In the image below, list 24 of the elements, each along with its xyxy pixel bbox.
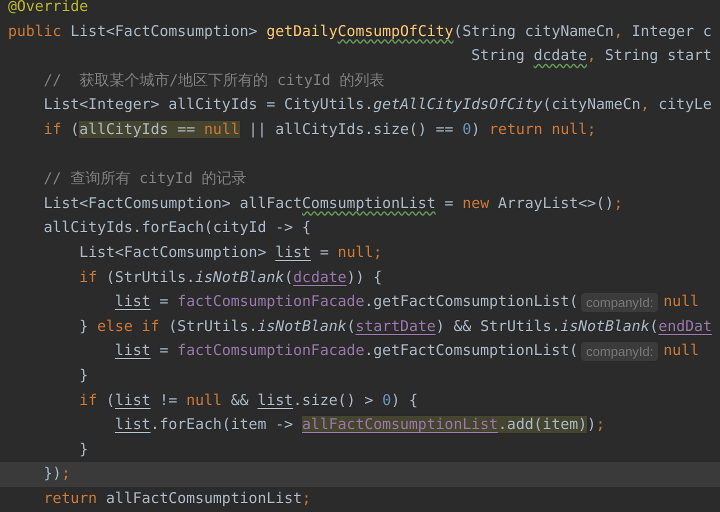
code-line: List<FactComsumption> allFactComsumptionList = new ArrayList<>(); [44, 194, 623, 214]
code-line: List<Integer> allCityIds = CityUtils.getAllCityIdsOfCity(cityNameCn, cityLe [44, 95, 712, 116]
code-line: list.forEach(item -> allFactComsumptionList.add(item)); [114, 415, 605, 436]
code-line: list = factComsumptionFacade.getFactComsumptionList( [114, 341, 578, 362]
code-line: }); [44, 464, 70, 484]
code-line: // 获取某个城市/地区下所有的 cityId 的列表 [44, 70, 384, 91]
code-line: } [79, 440, 88, 460]
code-line: allCityIds.forEach(cityId -> { [44, 218, 311, 238]
code-line: if (allCityIds == null || allCityIds.size() == 0) return null; [44, 120, 596, 140]
code-line: null [663, 292, 700, 312]
code-line: @Override [8, 0, 88, 17]
code-line: } else if (StrUtils.isNotBlank(startDate) && StrUtils.isNotBlank(endDat [79, 316, 712, 337]
code-line: List<FactComsumption> list = null; [79, 242, 382, 263]
code-line: public List<FactComsumption> getDailyComsumpOfCity(String cityNameCn, Integer c [8, 22, 712, 42]
code-line: if (list != null && list.size() > 0) { [79, 390, 418, 410]
parameter-hint: companyId: [581, 342, 658, 362]
code-line: String dcdate, String start [471, 46, 712, 66]
code-line: if (StrUtils.isNotBlank(dcdate)) { [79, 268, 382, 288]
code-line: // 查询所有 cityId 的记录 [44, 169, 247, 190]
parameter-hint: companyId: [581, 292, 658, 312]
code-line: } [79, 366, 88, 386]
code-line: return allFactComsumptionList; [44, 488, 311, 509]
code-line: null [663, 341, 700, 362]
code-line: list = factComsumptionFacade.getFactComsumptionList( [114, 292, 578, 312]
